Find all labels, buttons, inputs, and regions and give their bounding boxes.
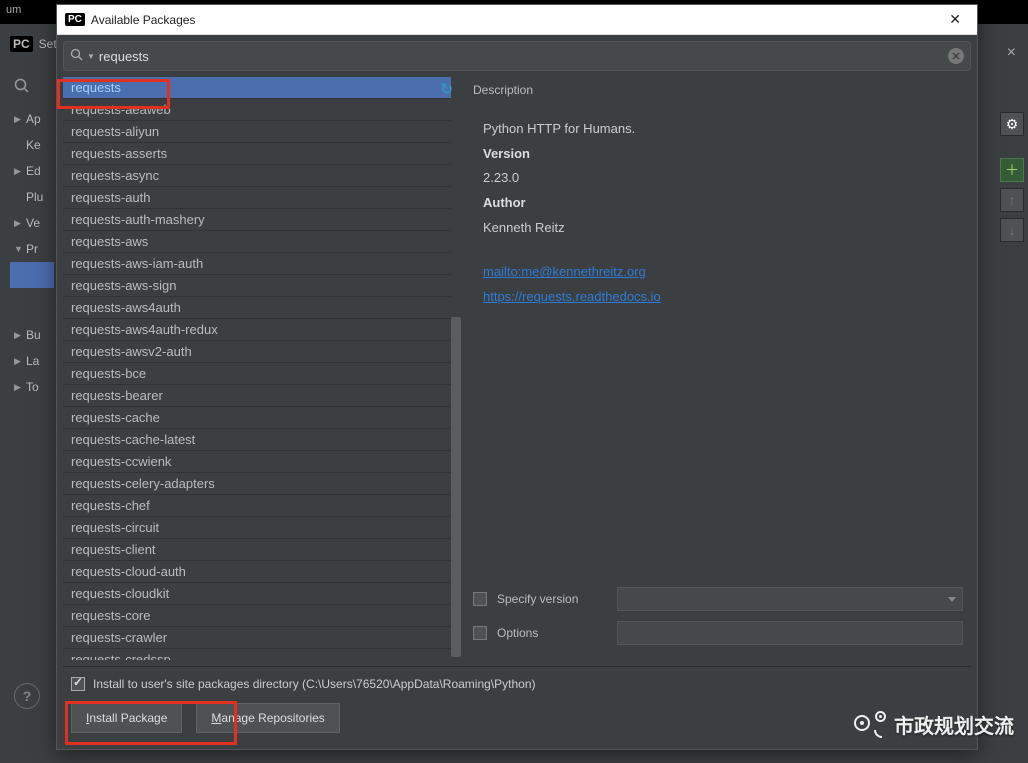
clear-search-icon[interactable]: ✕ bbox=[948, 48, 964, 64]
scrollbar[interactable] bbox=[451, 317, 461, 657]
help-button[interactable]: ? bbox=[14, 683, 40, 709]
package-item[interactable]: requests-aws4auth bbox=[63, 297, 451, 319]
package-item[interactable]: requests-asserts bbox=[63, 143, 451, 165]
version-value: 2.23.0 bbox=[483, 166, 957, 191]
tree-item[interactable]: ▶Bu bbox=[10, 322, 54, 348]
description-body: Python HTTP for Humans. Version 2.23.0 A… bbox=[469, 107, 971, 578]
package-item[interactable]: requests-auth bbox=[63, 187, 451, 209]
package-item[interactable]: requests-awsv2-auth bbox=[63, 341, 451, 363]
package-item[interactable]: requests-crawler bbox=[63, 627, 451, 649]
docs-link[interactable]: https://requests.readthedocs.io bbox=[483, 285, 957, 310]
package-item[interactable]: requests-cache-latest bbox=[63, 429, 451, 451]
install-to-user-checkbox[interactable] bbox=[71, 677, 85, 691]
package-item[interactable]: requests-core bbox=[63, 605, 451, 627]
version-select[interactable] bbox=[617, 587, 963, 611]
package-item[interactable]: requests-bearer bbox=[63, 385, 451, 407]
install-package-button[interactable]: Install Package bbox=[71, 703, 182, 733]
dialog-body: ▼ ✕ requestsrequests-aeawebrequests-aliy… bbox=[57, 35, 977, 749]
gear-icon: ⚙ bbox=[1000, 112, 1024, 136]
install-to-user-row[interactable]: Install to user's site packages director… bbox=[71, 677, 963, 691]
package-item[interactable]: requests bbox=[63, 77, 451, 99]
package-item[interactable]: requests-auth-mashery bbox=[63, 209, 451, 231]
available-packages-dialog: PC Available Packages ✕ ▼ ✕ requestsrequ… bbox=[56, 4, 978, 750]
pc-badge-icon: PC bbox=[65, 13, 85, 26]
manage-repositories-button[interactable]: Manage Repositories bbox=[196, 703, 339, 733]
wechat-icon bbox=[854, 711, 888, 739]
bg-gear-button[interactable]: ⚙ bbox=[1000, 112, 1024, 136]
package-item[interactable]: requests-aliyun bbox=[63, 121, 451, 143]
specify-version-label: Specify version bbox=[497, 592, 607, 606]
dialog-footer: Install to user's site packages director… bbox=[63, 666, 971, 743]
pkg-summary: Python HTTP for Humans. bbox=[483, 117, 957, 142]
options-label: Options bbox=[497, 626, 607, 640]
package-item[interactable]: requests-cloud-auth bbox=[63, 561, 451, 583]
author-label: Author bbox=[483, 191, 957, 216]
options-panel: Specify version Options bbox=[469, 578, 971, 660]
specify-version-checkbox[interactable] bbox=[473, 592, 487, 606]
bg-settings-title: PC Set bbox=[10, 36, 57, 52]
package-item[interactable]: requests-aws-iam-auth bbox=[63, 253, 451, 275]
description-panel: Description Python HTTP for Humans. Vers… bbox=[469, 77, 971, 660]
bg-search-icon[interactable] bbox=[14, 78, 30, 99]
watermark-text: 市政规划交流 bbox=[894, 710, 1014, 739]
package-item[interactable]: requests-cloudkit bbox=[63, 583, 451, 605]
package-item[interactable]: requests-celery-adapters bbox=[63, 473, 451, 495]
package-item[interactable]: requests-aws4auth-redux bbox=[63, 319, 451, 341]
close-icon[interactable]: ✕ bbox=[941, 7, 969, 32]
package-item[interactable]: requests-chef bbox=[63, 495, 451, 517]
package-list-panel: requestsrequests-aeawebrequests-aliyunre… bbox=[63, 77, 461, 660]
move-up-button[interactable]: ↑ bbox=[1000, 188, 1024, 212]
package-item[interactable]: requests-credssp bbox=[63, 649, 451, 660]
tree-item[interactable]: ▶Ap bbox=[10, 106, 54, 132]
description-heading: Description bbox=[469, 77, 971, 107]
pc-badge-icon: PC bbox=[10, 36, 33, 52]
install-to-user-label: Install to user's site packages director… bbox=[93, 677, 536, 691]
package-item[interactable]: requests-bce bbox=[63, 363, 451, 385]
add-button[interactable]: ＋ bbox=[1000, 158, 1024, 182]
tree-item[interactable]: ▶Ed bbox=[10, 158, 54, 184]
tree-item[interactable]: Ke bbox=[10, 132, 54, 158]
bg-close-tab-button[interactable]: × bbox=[1001, 42, 1022, 64]
package-item[interactable]: requests-aeaweb bbox=[63, 99, 451, 121]
package-item[interactable]: requests-cache bbox=[63, 407, 451, 429]
tree-item[interactable]: ▼Pr bbox=[10, 236, 54, 262]
move-down-button[interactable]: ↓ bbox=[1000, 218, 1024, 242]
options-input[interactable] bbox=[617, 621, 963, 645]
tree-item-selected[interactable] bbox=[10, 262, 54, 288]
specify-version-row[interactable]: Specify version bbox=[473, 582, 967, 616]
options-row[interactable]: Options bbox=[473, 616, 967, 650]
tree-spacer bbox=[10, 288, 54, 322]
package-item[interactable]: requests-circuit bbox=[63, 517, 451, 539]
tree-item[interactable]: Plu bbox=[10, 184, 54, 210]
tree-item[interactable]: ▶Ve bbox=[10, 210, 54, 236]
package-item[interactable]: requests-aws bbox=[63, 231, 451, 253]
settings-tree: ▶Ap Ke ▶Ed Plu ▶Ve ▼Pr ▶Bu ▶La ▶To bbox=[10, 106, 54, 400]
search-field[interactable]: ▼ ✕ bbox=[63, 41, 971, 71]
author-value: Kenneth Reitz bbox=[483, 216, 957, 241]
settings-label: Set bbox=[39, 37, 57, 51]
search-input[interactable] bbox=[99, 49, 944, 64]
tree-item[interactable]: ▶La bbox=[10, 348, 54, 374]
package-item[interactable]: requests-async bbox=[63, 165, 451, 187]
package-item[interactable]: requests-aws-sign bbox=[63, 275, 451, 297]
package-item[interactable]: requests-ccwienk bbox=[63, 451, 451, 473]
dialog-title: Available Packages bbox=[91, 13, 935, 27]
dialog-titlebar[interactable]: PC Available Packages ✕ bbox=[57, 5, 977, 35]
options-checkbox[interactable] bbox=[473, 626, 487, 640]
package-list[interactable]: requestsrequests-aeawebrequests-aliyunre… bbox=[63, 77, 461, 660]
version-label: Version bbox=[483, 142, 957, 167]
search-dropdown-icon[interactable]: ▼ bbox=[87, 52, 95, 61]
package-item[interactable]: requests-client bbox=[63, 539, 451, 561]
watermark: 市政规划交流 bbox=[854, 710, 1014, 739]
search-icon bbox=[70, 48, 83, 64]
refresh-icon[interactable]: ↻ bbox=[440, 80, 453, 98]
tree-item[interactable]: ▶To bbox=[10, 374, 54, 400]
mailto-link[interactable]: mailto:me@kennethreitz.org bbox=[483, 260, 957, 285]
